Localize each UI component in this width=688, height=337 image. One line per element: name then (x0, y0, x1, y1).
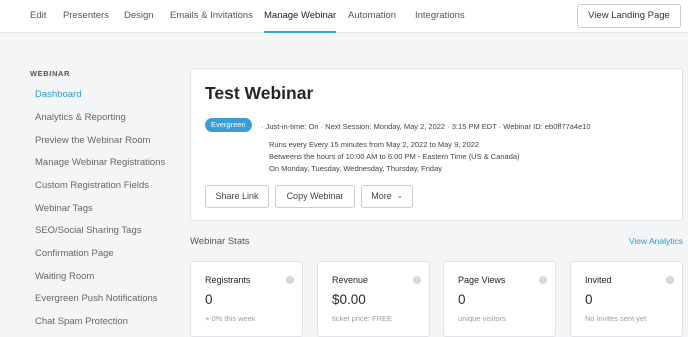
info-icon[interactable]: i (539, 276, 547, 284)
info-icon[interactable]: i (666, 276, 674, 284)
stat-value: $0.00 (332, 292, 366, 307)
stat-card-registrants: Registrants i 0 + 0% this week (190, 261, 303, 337)
tab-emails-invitations[interactable]: Emails & Invitations (170, 0, 253, 33)
more-button[interactable]: More ⌄ (361, 185, 413, 208)
tab-presenters[interactable]: Presenters (63, 0, 109, 33)
stat-value: 0 (458, 292, 466, 307)
sidebar-item-push-notifications[interactable]: Evergreen Push Notifications (35, 293, 158, 304)
tab-automation[interactable]: Automation (348, 0, 396, 33)
webinar-meta: · Just-in-time: On · Next Session: Monda… (261, 122, 591, 131)
sidebar-item-seo-tags[interactable]: SEO/Social Sharing Tags (35, 225, 142, 236)
sidebar-item-preview-room[interactable]: Preview the Webinar Room (35, 135, 150, 146)
more-label: More (371, 191, 392, 201)
stat-subtext: No invites sent yet (585, 314, 647, 323)
top-nav: Edit Presenters Design Emails & Invitati… (0, 0, 688, 33)
sidebar-item-analytics[interactable]: Analytics & Reporting (35, 112, 126, 123)
stat-card-revenue: Revenue i $0.00 ticket price: FREE (317, 261, 430, 337)
stats-heading: Webinar Stats (190, 236, 250, 247)
tab-design[interactable]: Design (124, 0, 154, 33)
copy-webinar-button[interactable]: Copy Webinar (275, 185, 355, 208)
view-analytics-link[interactable]: View Analytics (629, 236, 683, 246)
schedule-line: Runs every Every 15 minutes from May 2, … (269, 140, 480, 149)
sidebar-item-confirmation-page[interactable]: Confirmation Page (35, 248, 114, 259)
share-link-button[interactable]: Share Link (205, 185, 269, 208)
stat-label: Registrants (205, 275, 251, 285)
info-icon[interactable]: i (413, 276, 421, 284)
tab-manage-webinar[interactable]: Manage Webinar (264, 0, 337, 33)
sidebar-item-registrations[interactable]: Manage Webinar Registrations (35, 157, 165, 168)
stat-value: 0 (585, 292, 593, 307)
evergreen-badge: Evergreen (205, 118, 252, 132)
view-landing-page-button[interactable]: View Landing Page (577, 4, 681, 28)
schedule-line: On Monday, Tuesday, Wednesday, Thursday,… (269, 164, 443, 173)
stat-label: Revenue (332, 275, 369, 285)
stat-label: Invited (585, 275, 612, 285)
stat-subtext: unique visitors (458, 314, 506, 323)
info-icon[interactable]: i (286, 276, 294, 284)
stat-card-page-views: Page Views i 0 unique visitors (443, 261, 556, 337)
tab-integrations[interactable]: Integrations (415, 0, 465, 33)
chevron-down-icon: ⌄ (396, 193, 403, 200)
sidebar-item-dashboard[interactable]: Dashboard (35, 89, 81, 100)
sidebar-item-waiting-room[interactable]: Waiting Room (35, 271, 94, 282)
schedule-line: Betweens the hours of 10:00 AM to 6:00 P… (269, 152, 520, 161)
sidebar-item-webinar-tags[interactable]: Webinar Tags (35, 203, 93, 214)
webinar-card: Test Webinar Evergreen · Just-in-time: O… (190, 68, 683, 221)
stat-value: 0 (205, 292, 213, 307)
tab-edit[interactable]: Edit (30, 0, 46, 33)
sidebar-heading: WEBINAR (30, 69, 71, 78)
webinar-title: Test Webinar (205, 83, 314, 103)
stat-card-invited: Invited i 0 No invites sent yet (570, 261, 683, 337)
stat-subtext: ticket price: FREE (332, 314, 393, 323)
stat-label: Page Views (458, 275, 506, 285)
sidebar-item-custom-fields[interactable]: Custom Registration Fields (35, 180, 149, 191)
stat-subtext: + 0% this week (205, 314, 256, 323)
sidebar-item-chat-spam[interactable]: Chat Spam Protection (35, 316, 128, 327)
